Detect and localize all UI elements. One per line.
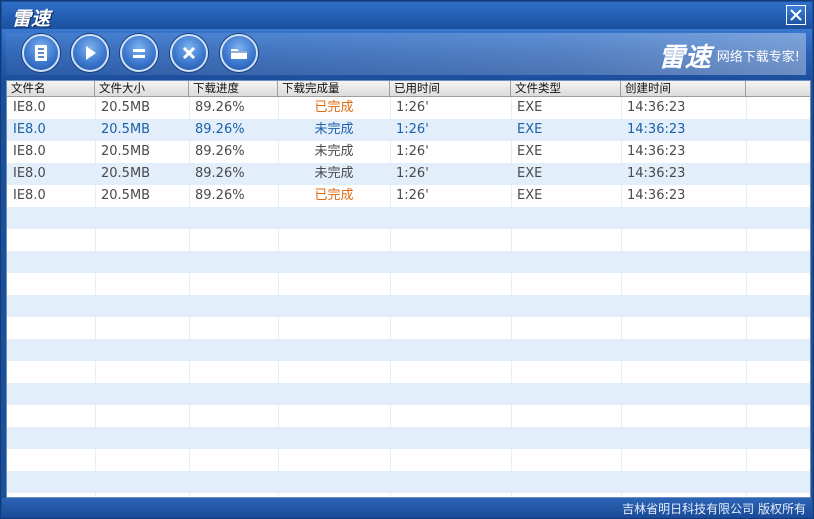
pause-icon [133,49,145,58]
table-row[interactable]: IE8.0 20.5MB 89.26% 未完成 1:26' EXE 14:36:23 [7,163,810,185]
empty-row [7,383,810,405]
column-divider [511,97,512,497]
status-cell: 已完成 [314,100,354,115]
empty-row [7,449,810,471]
empty-row [7,207,810,229]
copyright-text: 吉林省明日科技有限公司 版权所有 [622,502,806,516]
column-divider [278,97,279,497]
download-table: 文件名 文件大小 下载进度 下载完成量 已用时间 文件类型 创建时间 IE8.0… [6,80,811,498]
status-bar: 吉林省明日科技有限公司 版权所有 [2,498,812,518]
elapsed-cell: 1:26' [396,144,429,159]
close-button[interactable] [786,5,806,25]
x-icon [182,46,196,60]
filename-cell: IE8.0 [13,100,46,115]
column-header-size[interactable]: 文件大小 [95,81,189,97]
empty-row [7,317,810,339]
type-cell: EXE [517,166,543,181]
column-divider [390,97,391,497]
column-header-progress[interactable]: 下载进度 [189,81,278,97]
empty-row [7,251,810,273]
list-button[interactable] [22,34,60,72]
column-divider [189,97,190,497]
folder-icon [231,49,247,59]
table-row[interactable]: IE8.0 20.5MB 89.26% 未完成 1:26' EXE 14:36:23 [7,141,810,163]
created-cell: 14:36:23 [627,100,686,115]
filename-cell: IE8.0 [13,144,46,159]
progress-cell: 89.26% [195,144,245,159]
pause-button[interactable] [120,34,158,72]
table-row[interactable]: IE8.0 20.5MB 89.26% 未完成 1:26' EXE 14:36:23 [7,119,810,141]
elapsed-cell: 1:26' [396,122,429,137]
table-body: IE8.0 20.5MB 89.26% 已完成 1:26' EXE 14:36:23 IE8.… [7,97,810,497]
empty-row [7,339,810,361]
elapsed-cell: 1:26' [396,100,429,115]
size-cell: 20.5MB [101,144,151,159]
status-cell: 已完成 [314,188,354,203]
column-divider [621,97,622,497]
list-icon [35,45,47,61]
created-cell: 14:36:23 [627,144,686,159]
type-cell: EXE [517,122,543,137]
status-cell: 未完成 [314,122,354,137]
brand-slogan: 网络下载专家! [716,49,800,65]
filename-cell: IE8.0 [13,122,46,137]
column-header-filename[interactable]: 文件名 [7,81,95,97]
folder-button[interactable] [220,34,258,72]
created-cell: 14:36:23 [627,166,686,181]
empty-row [7,405,810,427]
created-cell: 14:36:23 [627,122,686,137]
title-bar[interactable]: 雷速 [2,2,812,30]
empty-row [7,229,810,251]
type-cell: EXE [517,144,543,159]
status-cell: 未完成 [314,144,354,159]
column-divider [95,97,96,497]
filename-cell: IE8.0 [13,188,46,203]
created-cell: 14:36:23 [627,188,686,203]
empty-row [7,471,810,493]
progress-cell: 89.26% [195,166,245,181]
size-cell: 20.5MB [101,166,151,181]
progress-cell: 89.26% [195,122,245,137]
play-icon [86,46,96,60]
type-cell: EXE [517,100,543,115]
title-logo: 雷速 [12,8,51,30]
table-row[interactable]: IE8.0 20.5MB 89.26% 已完成 1:26' EXE 14:36:23 [7,185,810,207]
column-header-type[interactable]: 文件类型 [511,81,621,97]
delete-button[interactable] [170,34,208,72]
elapsed-cell: 1:26' [396,188,429,203]
table-row[interactable]: IE8.0 20.5MB 89.26% 已完成 1:26' EXE 14:36:23 [7,97,810,119]
brand: 雷速 网络下载专家! [658,39,800,73]
status-cell: 未完成 [314,166,354,181]
column-header-elapsed[interactable]: 已用时间 [390,81,511,97]
progress-cell: 89.26% [195,100,245,115]
size-cell: 20.5MB [101,188,151,203]
close-icon [790,9,802,21]
empty-row [7,273,810,295]
empty-row [7,295,810,317]
empty-row [7,427,810,449]
size-cell: 20.5MB [101,100,151,115]
table-header: 文件名 文件大小 下载进度 下载完成量 已用时间 文件类型 创建时间 [7,81,810,97]
toolbar: 雷速 网络下载专家! [2,29,812,79]
start-button[interactable] [71,34,109,72]
brand-logo: 雷速 [658,42,711,73]
column-divider [746,97,747,497]
filename-cell: IE8.0 [13,166,46,181]
download-window: 雷速 雷速 网络下载专家! 文件名 文件大小 下载进度 下载完成量 已用时间 文… [0,0,814,519]
size-cell: 20.5MB [101,122,151,137]
column-header-empty [746,81,810,97]
column-header-completed[interactable]: 下载完成量 [278,81,390,97]
progress-cell: 89.26% [195,188,245,203]
column-header-created[interactable]: 创建时间 [621,81,746,97]
elapsed-cell: 1:26' [396,166,429,181]
empty-row [7,361,810,383]
type-cell: EXE [517,188,543,203]
